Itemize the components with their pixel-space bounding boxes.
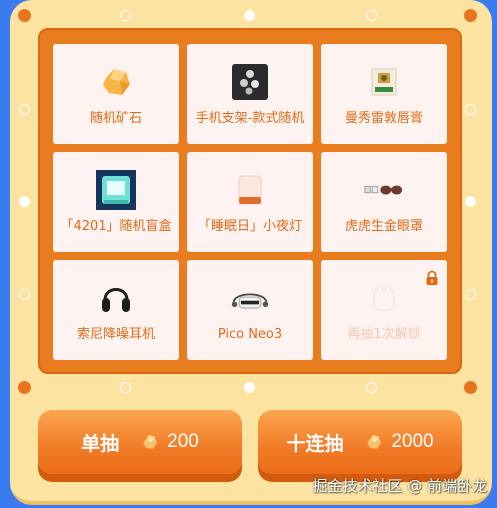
frame-light xyxy=(464,9,477,22)
ten-draw-button[interactable]: 十连抽 2000 xyxy=(258,410,462,474)
prize-name: Pico Neo3 xyxy=(217,327,283,342)
frame-light xyxy=(18,381,31,394)
single-draw-button[interactable]: 单抽 200 xyxy=(38,410,242,474)
frame-light xyxy=(464,381,477,394)
frame-light xyxy=(19,289,30,300)
frame-light xyxy=(19,104,30,115)
prize-name: 「4201」随机盲盒 xyxy=(60,219,172,234)
watermark: 掘金技术社区 @ 前端卧龙 xyxy=(312,477,487,495)
frame-light xyxy=(18,9,31,22)
frame-light xyxy=(465,196,476,207)
phone-stand-icon xyxy=(230,62,270,102)
ten-draw-cost: 2000 xyxy=(391,431,434,452)
prize-cell[interactable]: Pico Neo3 xyxy=(187,260,313,360)
frame-light xyxy=(366,10,377,21)
ore-icon xyxy=(143,435,158,449)
prize-cell[interactable]: 虎虎生金眼罩 xyxy=(321,152,447,252)
single-draw-label: 单抽 xyxy=(81,432,120,455)
prize-name: 虎虎生金眼罩 xyxy=(344,219,423,234)
prize-cell[interactable]: 曼秀雷敦唇膏 xyxy=(321,44,447,144)
frame-light xyxy=(120,382,131,393)
ore-icon xyxy=(96,62,136,102)
single-draw-cost: 200 xyxy=(167,431,199,452)
frame-light xyxy=(244,382,255,393)
prize-cell[interactable]: 「睡眠日」小夜灯 xyxy=(187,152,313,252)
prize-cell[interactable]: 索尼降噪耳机 xyxy=(53,260,179,360)
lip-balm-icon xyxy=(364,62,404,102)
prize-cell[interactable]: 随机矿石 xyxy=(53,44,179,144)
prize-grid: 随机矿石 手机支架-款式随机 曼秀雷敦唇膏 「4201」随机盲盒 「睡眠日」小夜… xyxy=(38,28,462,374)
prize-name: 手机支架-款式随机 xyxy=(195,111,305,126)
ten-draw-label: 十连抽 xyxy=(286,432,344,455)
prize-name: 再抽1次解锁 xyxy=(347,327,421,342)
prize-name: 随机矿石 xyxy=(89,111,142,126)
ore-icon xyxy=(367,435,382,449)
headphones-icon xyxy=(96,278,136,318)
vr-headset-icon xyxy=(230,278,270,318)
frame-light xyxy=(19,196,30,207)
frame-light xyxy=(120,10,131,21)
prize-cell-locked: 再抽1次解锁 xyxy=(321,260,447,360)
frame-light xyxy=(244,10,255,21)
blind-box-icon xyxy=(96,170,136,210)
lock-icon xyxy=(426,270,438,285)
prize-cell[interactable]: 「4201」随机盲盒 xyxy=(53,152,179,252)
night-light-icon xyxy=(230,170,270,210)
prize-name: 「睡眠日」小夜灯 xyxy=(197,219,302,234)
frame-light xyxy=(465,289,476,300)
prize-cell[interactable]: 手机支架-款式随机 xyxy=(187,44,313,144)
eye-mask-icon xyxy=(364,170,404,210)
prize-name: 索尼降噪耳机 xyxy=(76,327,155,342)
frame-light xyxy=(366,382,377,393)
frame-light xyxy=(465,104,476,115)
earbuds-icon xyxy=(364,278,404,318)
prize-name: 曼秀雷敦唇膏 xyxy=(344,111,423,126)
